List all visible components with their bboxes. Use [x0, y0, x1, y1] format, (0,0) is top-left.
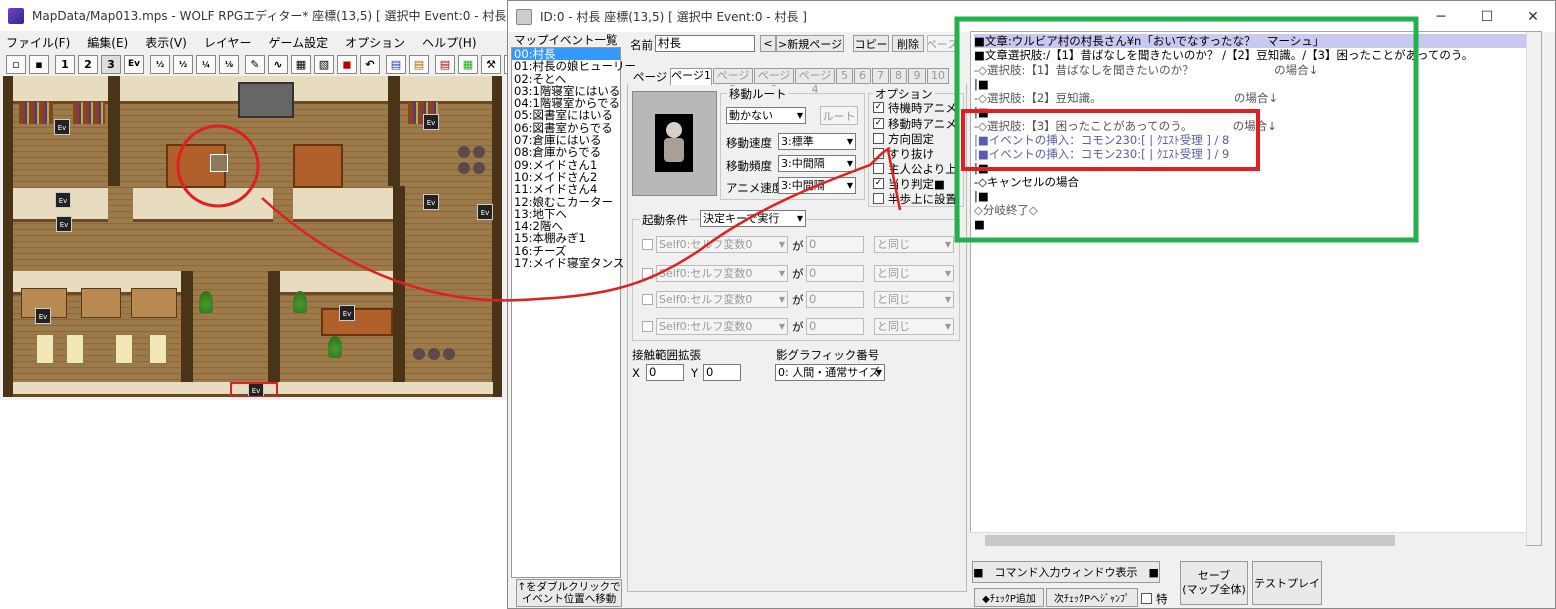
- red-circle-annotation: [176, 124, 260, 208]
- red-arrow-annotation: [261, 146, 891, 302]
- annotation-overlay: [176, 16, 1419, 302]
- red-highlight-box: [961, 109, 1260, 171]
- green-highlight-box: [954, 16, 1419, 243]
- red-arrow-tail: [886, 149, 902, 211]
